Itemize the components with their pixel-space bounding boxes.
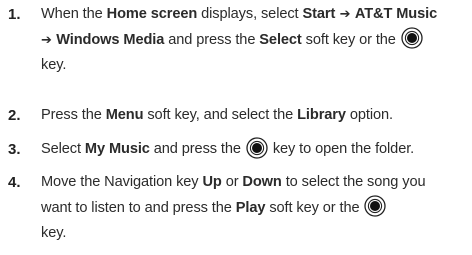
text-run: key. <box>41 57 67 73</box>
step-text: Select My Music and press the key to ope… <box>41 136 468 163</box>
bold-term: Down <box>242 174 282 190</box>
select-key-icon <box>246 136 268 159</box>
text-run: and press the <box>149 141 245 157</box>
text-run: soft key or the <box>265 199 364 216</box>
text-run: soft key or the <box>301 31 400 48</box>
text-run: want to listen to and press the <box>41 199 236 216</box>
bold-term: Play <box>235 199 266 216</box>
text-run: and press the <box>164 31 260 48</box>
step-number: 3. <box>8 141 21 158</box>
arrow-icon: ➔ <box>335 7 355 22</box>
step-number: 2. <box>8 107 21 124</box>
text-run: Move the Navigation key <box>41 174 203 190</box>
text-run: soft key, and select the <box>143 107 298 123</box>
bold-term: Home screen <box>106 6 198 22</box>
text-run: displays, select <box>197 6 303 22</box>
select-key-icon <box>364 195 387 217</box>
bold-term: Menu <box>105 107 144 123</box>
arrow-icon: ➔ <box>41 32 57 48</box>
text-run: Press the <box>41 107 106 123</box>
bold-term: My Music <box>84 141 150 157</box>
step-text: When the Home screen displays, select St… <box>41 2 468 79</box>
text-run: key to open the folder. <box>268 141 415 157</box>
text-run: to select the song you <box>281 174 426 190</box>
text-run: or <box>221 174 243 190</box>
bold-term: AT&T Music <box>354 6 438 22</box>
step-text: Move the Navigation key Up or Down to se… <box>41 170 468 247</box>
text-run: When the <box>41 6 107 22</box>
text-run: option. <box>345 107 393 123</box>
bold-term: Library <box>297 107 346 123</box>
step-number: 1. <box>8 6 21 23</box>
bold-term: Start <box>302 6 336 22</box>
select-key-icon <box>401 27 423 49</box>
text-run: key. <box>41 225 67 241</box>
text-run: Select <box>41 141 85 157</box>
bold-term: Up <box>202 174 222 190</box>
bold-term: Select <box>259 31 302 48</box>
step-text: Press the Menu soft key, and select the … <box>41 103 468 129</box>
step-number: 4. <box>8 174 21 191</box>
instruction-page: 1. When the Home screen displays, select… <box>0 0 472 255</box>
bold-term: Windows Media <box>56 31 165 48</box>
